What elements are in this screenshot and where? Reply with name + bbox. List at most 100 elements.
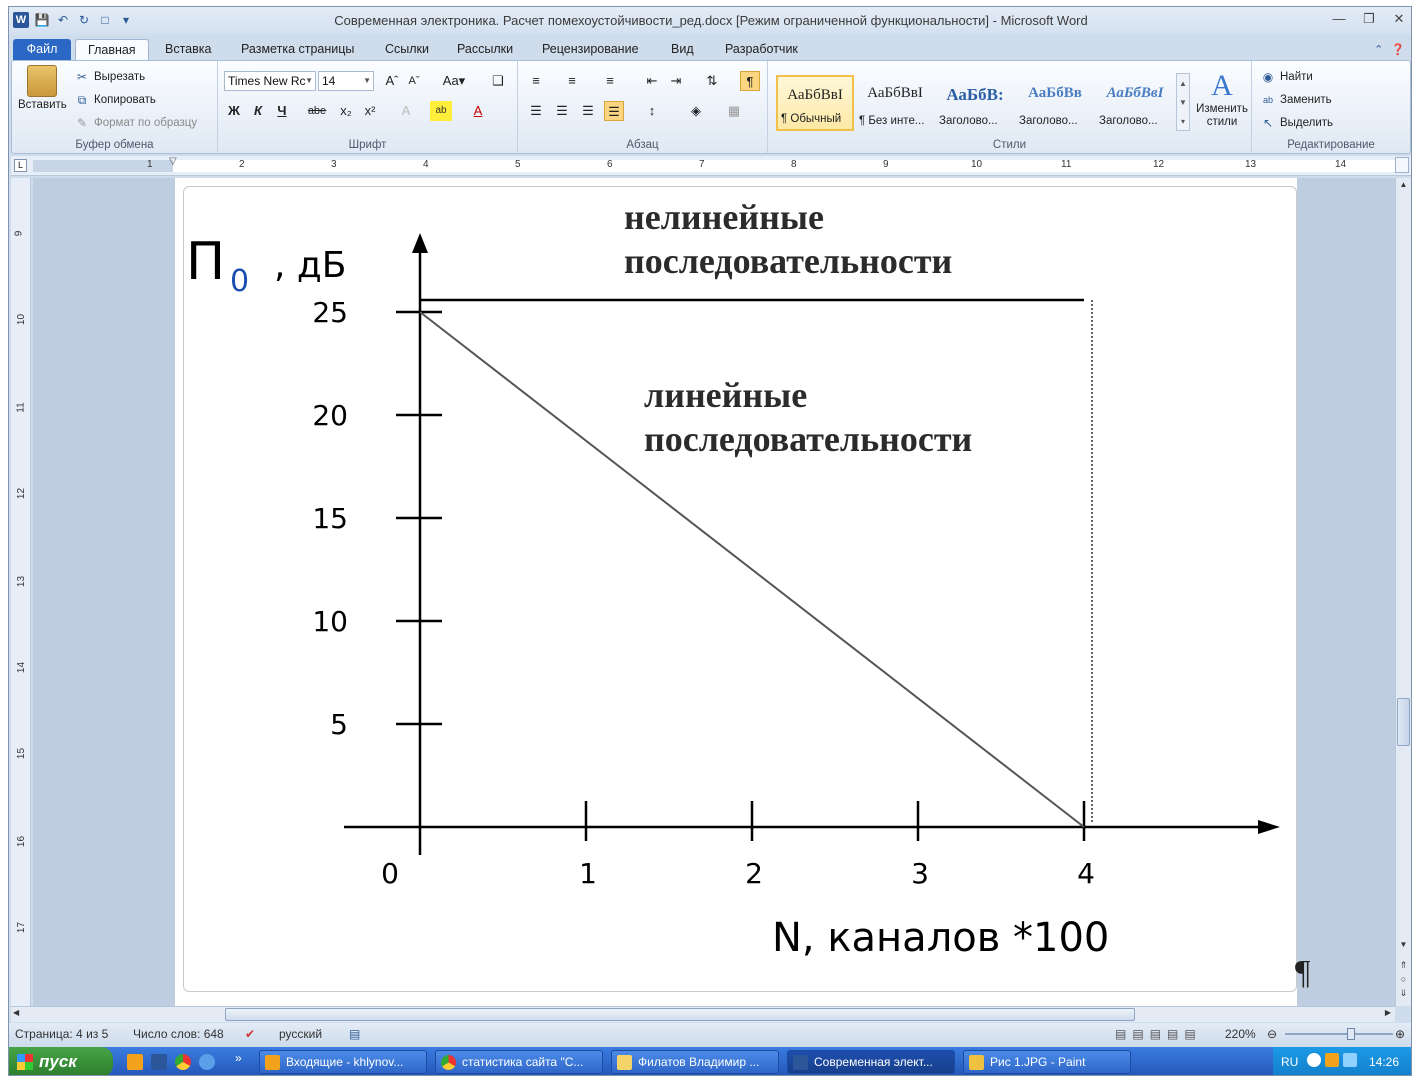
- start-button[interactable]: пуск: [9, 1047, 113, 1075]
- align-right-icon[interactable]: ☰: [578, 101, 598, 121]
- scroll-up-icon[interactable]: ▲: [1397, 180, 1410, 194]
- chrome-quicklaunch-icon[interactable]: [175, 1054, 191, 1070]
- document-area[interactable]: 5 10 15 20 25 0 1 2 3 4 П 0, дБ нелинейные последоват…: [33, 178, 1395, 1006]
- tab-review[interactable]: Рецензирование: [530, 39, 651, 60]
- highlight-icon[interactable]: ab: [430, 101, 452, 121]
- line-spacing-icon[interactable]: ↕: [642, 101, 662, 121]
- clear-formatting-icon[interactable]: ❏: [488, 71, 508, 91]
- italic-button[interactable]: К: [248, 101, 268, 121]
- indent-marker-icon[interactable]: ▽: [169, 156, 177, 167]
- view-ruler-icon[interactable]: [1395, 157, 1409, 173]
- bullets-icon[interactable]: ≡: [526, 71, 546, 91]
- close-icon[interactable]: ✕: [1391, 11, 1407, 27]
- word-quicklaunch-icon[interactable]: [151, 1054, 167, 1070]
- tab-view[interactable]: Вид: [659, 39, 706, 60]
- styles-scroll[interactable]: ▲ ▼ ▾: [1176, 73, 1190, 131]
- taskbar-item-folder[interactable]: Филатов Владимир ...: [611, 1050, 779, 1074]
- bold-button[interactable]: Ж: [224, 101, 244, 121]
- language-indicator[interactable]: русский: [279, 1027, 322, 1041]
- document-page[interactable]: 5 10 15 20 25 0 1 2 3 4 П 0, дБ нелинейные последоват…: [175, 178, 1310, 1006]
- sort-icon[interactable]: ⇅: [702, 71, 722, 91]
- zoom-slider-thumb[interactable]: [1347, 1028, 1355, 1040]
- taskbar-item-word[interactable]: Современная элект...: [787, 1050, 955, 1074]
- minimize-icon[interactable]: —: [1331, 11, 1347, 27]
- vertical-scroll-thumb[interactable]: [1397, 698, 1410, 746]
- tab-developer[interactable]: Разработчик: [713, 39, 810, 60]
- tab-insert[interactable]: Вставка: [153, 39, 223, 60]
- select-button[interactable]: ↖ Выделить: [1260, 115, 1333, 131]
- show-formatting-icon[interactable]: ¶: [740, 71, 760, 91]
- scroll-left-icon[interactable]: ◀: [13, 1008, 19, 1017]
- format-painter-button[interactable]: ✎ Формат по образцу: [74, 115, 197, 131]
- horizontal-scroll-thumb[interactable]: [225, 1008, 1135, 1021]
- help-icon[interactable]: ❓: [1391, 43, 1405, 56]
- align-center-icon[interactable]: ☰: [552, 101, 572, 121]
- underline-button[interactable]: Ч: [272, 101, 292, 121]
- cut-button[interactable]: ✂ Вырезать: [74, 69, 145, 85]
- page-counter[interactable]: Страница: 4 из 5: [15, 1027, 108, 1041]
- minimize-ribbon-icon[interactable]: ⌃: [1374, 43, 1383, 56]
- outlook-quicklaunch-icon[interactable]: [127, 1054, 143, 1070]
- font-size-combo[interactable]: 14 ▼: [318, 71, 374, 91]
- chart-figure[interactable]: 5 10 15 20 25 0 1 2 3 4 П 0, дБ нелинейные последоват…: [183, 186, 1297, 992]
- vertical-ruler[interactable]: 9 10 11 12 13 14 15 16 17: [11, 178, 31, 1006]
- replace-button[interactable]: ab Заменить: [1260, 92, 1332, 108]
- ie-quicklaunch-icon[interactable]: [199, 1054, 215, 1070]
- grow-font-icon[interactable]: Aˆ: [382, 71, 402, 91]
- strikethrough-button[interactable]: abe: [302, 101, 332, 121]
- vertical-scrollbar[interactable]: ▲ ▼ ⇑ ○ ⇓: [1395, 178, 1411, 1006]
- taskbar-item-outlook[interactable]: Входящие - khlynov...: [259, 1050, 427, 1074]
- font-name-combo[interactable]: Times New Rc ▼: [224, 71, 316, 91]
- zoom-slider[interactable]: [1285, 1033, 1393, 1035]
- superscript-icon[interactable]: x²: [360, 101, 380, 121]
- tab-mailings[interactable]: Рассылки: [445, 39, 525, 60]
- horizontal-ruler[interactable]: L 1 2 3 4 5 6 7 8 9 10 11 12 13 14 ▽: [11, 156, 1411, 176]
- style-heading-3[interactable]: АаБбВвI Заголово...: [1096, 75, 1174, 131]
- numbering-icon[interactable]: ≡: [562, 71, 582, 91]
- back-arrow-icon[interactable]: [1307, 1053, 1321, 1067]
- horizontal-scrollbar[interactable]: ◀ ▶: [11, 1006, 1395, 1022]
- zoom-level[interactable]: 220%: [1225, 1027, 1256, 1041]
- shrink-font-icon[interactable]: Aˇ: [404, 71, 424, 91]
- style-heading-1[interactable]: АаБбВ: Заголово...: [936, 75, 1014, 131]
- tab-home[interactable]: Главная: [75, 39, 149, 60]
- justify-icon[interactable]: ☰: [604, 101, 624, 121]
- tab-page-layout[interactable]: Разметка страницы: [229, 39, 366, 60]
- zoom-out-icon[interactable]: ⊖: [1267, 1027, 1277, 1041]
- style-normal[interactable]: АаБбВвI ¶ Обычный: [776, 75, 854, 131]
- align-left-icon[interactable]: ☰: [526, 101, 546, 121]
- decrease-indent-icon[interactable]: ⇤: [642, 71, 662, 91]
- scroll-right-icon[interactable]: ▶: [1385, 1008, 1391, 1017]
- style-no-spacing[interactable]: АаБбВвI ¶ Без инте...: [856, 75, 934, 131]
- increase-indent-icon[interactable]: ⇥: [666, 71, 686, 91]
- taskbar-item-chrome[interactable]: статистика сайта "С...: [435, 1050, 603, 1074]
- change-case-icon[interactable]: Aa▾: [440, 71, 468, 91]
- taskbar-item-paint[interactable]: Рис 1.JPG - Paint: [963, 1050, 1131, 1074]
- restore-icon[interactable]: ❐: [1361, 11, 1377, 27]
- change-styles-button[interactable]: A Изменить стили: [1194, 69, 1250, 129]
- clock[interactable]: 14:26: [1369, 1055, 1399, 1069]
- macro-record-icon[interactable]: ▤: [349, 1027, 360, 1041]
- network-tray-icon[interactable]: [1343, 1053, 1357, 1067]
- font-color-icon[interactable]: A: [468, 101, 488, 121]
- find-button[interactable]: ◉ Найти: [1260, 69, 1313, 85]
- copy-button[interactable]: ⧉ Копировать: [74, 92, 156, 108]
- browse-object-icon[interactable]: ⇑ ○ ⇓: [1397, 958, 1410, 1000]
- language-tray[interactable]: RU: [1281, 1055, 1298, 1069]
- spellcheck-icon[interactable]: ✔: [245, 1027, 255, 1041]
- subscript-icon[interactable]: x₂: [336, 101, 356, 121]
- multilevel-list-icon[interactable]: ≡: [600, 71, 620, 91]
- tab-file[interactable]: Файл: [13, 39, 71, 60]
- zoom-in-icon[interactable]: ⊕: [1395, 1027, 1405, 1041]
- borders-icon[interactable]: ▦: [724, 101, 744, 121]
- expand-quicklaunch-icon[interactable]: »: [235, 1051, 242, 1065]
- style-heading-2[interactable]: АаБбВв Заголово...: [1016, 75, 1094, 131]
- word-counter[interactable]: Число слов: 648: [133, 1027, 224, 1041]
- outlook-tray-icon[interactable]: [1325, 1053, 1339, 1067]
- text-effects-icon[interactable]: A: [396, 101, 416, 121]
- scroll-down-icon[interactable]: ▼: [1397, 940, 1410, 954]
- paste-button[interactable]: Вставить: [18, 65, 67, 111]
- shading-icon[interactable]: ◈: [686, 101, 706, 121]
- tab-selector-icon[interactable]: L: [14, 159, 27, 172]
- view-buttons[interactable]: ▤▤▤▤▤: [1115, 1027, 1202, 1041]
